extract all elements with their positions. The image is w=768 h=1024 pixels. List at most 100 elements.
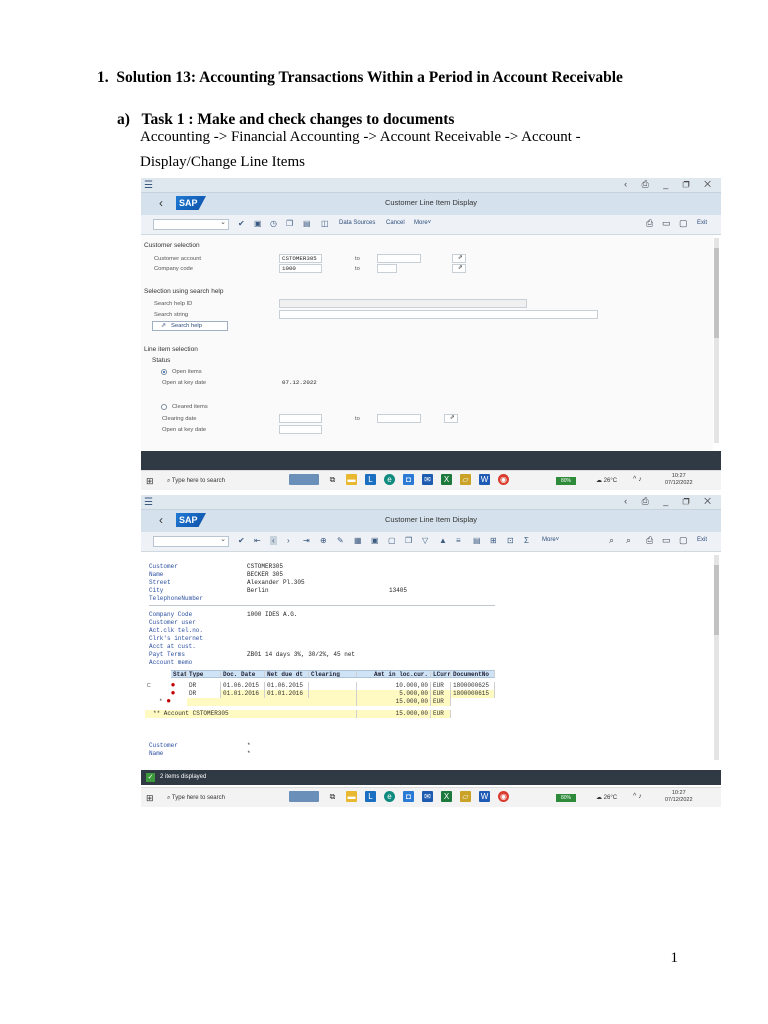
clearing-date-to-field[interactable] [377,414,421,423]
battery-indicator[interactable]: 80% [556,477,576,485]
weather-widget[interactable]: ☁ 26°C [596,477,617,484]
open-key-date-2-field[interactable] [279,425,322,434]
sort-descending-icon[interactable]: ≡ [456,536,461,545]
word-icon[interactable]: W [479,474,490,485]
multiple-selection-icon[interactable]: ⇗ [444,414,458,423]
taskbar-clock[interactable]: 10:27 07/12/2022 [665,473,693,487]
print-icon[interactable]: ⎙ [646,218,653,229]
document-icon[interactable]: ▢ [388,536,396,545]
learning-app-icon[interactable]: L [365,474,376,485]
column-header[interactable]: Stat [171,670,187,678]
column-header[interactable]: Doc. Date [221,670,265,678]
battery-indicator[interactable]: 80% [556,794,576,802]
search-string-field[interactable] [279,310,598,319]
column-header[interactable]: Clearing [309,670,357,678]
copy-icon[interactable]: ❐ [405,536,412,545]
display-icon[interactable]: ▣ [371,536,379,545]
system-tray-icons[interactable]: ^ ♪ [633,793,642,800]
window-controls[interactable]: ‹ ⎙ _ ❐ ✕ [624,496,717,507]
table-row[interactable]: ⊏ ● DR 01.06.2015 01.06.2015 10.000,00 E… [145,682,495,690]
list-icon[interactable]: ▤ [303,219,311,228]
column-header[interactable]: LCurr [431,670,451,678]
task-view-icon[interactable]: ⧉ [327,791,338,802]
search-next-icon[interactable]: ⌕ [626,535,631,546]
more-menu[interactable]: More˅ [414,220,431,226]
vertical-scrollbar[interactable] [714,555,719,760]
excel-icon[interactable]: X [441,474,452,485]
word-icon[interactable]: W [479,791,490,802]
edge-browser-icon[interactable]: e [384,791,395,802]
command-field[interactable]: ⌄ [153,219,229,230]
column-header[interactable]: Type [187,670,221,678]
fullscreen-icon[interactable]: ▢ [679,535,688,546]
mail-icon[interactable]: ✉ [422,791,433,802]
scrollbar-thumb[interactable] [714,248,719,338]
taskbar-clock[interactable]: 10:27 07/12/2022 [665,790,693,804]
scrollbar-thumb[interactable] [714,565,719,635]
column-header[interactable]: Amt in loc.cur. [357,670,431,678]
command-field[interactable]: ⌄ [153,536,229,547]
column-header[interactable]: Net due dt [265,670,309,678]
notes-icon[interactable]: ▱ [460,791,471,802]
more-menu[interactable]: More˅ [542,537,559,543]
windows-start-icon[interactable]: ⊞ [146,793,154,804]
exit-button[interactable]: Exit [697,537,707,543]
next-icon[interactable]: › [287,536,290,545]
grid-icon[interactable]: ▦ [354,536,362,545]
layout-icon[interactable]: ▤ [473,536,481,545]
file-explorer-icon[interactable]: ▬ [346,791,357,802]
filter-icon[interactable]: ▽ [422,536,428,545]
file-explorer-icon[interactable]: ▬ [346,474,357,485]
notes-icon[interactable]: ▱ [460,474,471,485]
chrome-icon[interactable]: ◉ [498,474,509,485]
excel-icon[interactable]: X [441,791,452,802]
previous-icon[interactable]: ‹ [270,536,277,545]
task-view-icon[interactable]: ⧉ [327,474,338,485]
search-help-id-field[interactable] [279,299,527,308]
customer-account-to-field[interactable] [377,254,421,263]
mail-icon[interactable]: ✉ [422,474,433,485]
row-selector-icon[interactable]: ⊏ [145,682,157,690]
last-page-icon[interactable]: ⇥ [303,536,310,545]
sort-ascending-icon[interactable]: ▲ [439,536,447,545]
chat-app-icon[interactable]: ◘ [403,474,414,485]
learning-app-icon[interactable]: L [365,791,376,802]
chrome-icon[interactable]: ◉ [498,791,509,802]
window-controls[interactable]: ‹ ⎙ _ ❐ ✕ [624,179,717,190]
company-code-to-field[interactable] [377,264,397,273]
cancel-button[interactable]: Cancel [386,220,405,226]
company-code-field[interactable]: 1000 [279,264,322,273]
taskbar-search[interactable]: ⌕ Type here to search [163,791,283,805]
taskbar-search[interactable]: ⌕ Type here to search [163,474,283,488]
layout-icon[interactable]: ▭ [662,218,671,229]
vertical-scrollbar[interactable] [714,238,719,443]
copy-icon[interactable]: ❐ [286,219,293,228]
chat-app-icon[interactable]: ◘ [403,791,414,802]
data-sources-button[interactable]: Data Sources [339,220,375,226]
edit-icon[interactable]: ✎ [337,536,344,545]
open-key-date-field[interactable]: 07.12.2022 [279,378,322,387]
info-icon[interactable]: ◫ [321,219,329,228]
cleared-items-radio[interactable] [161,404,167,410]
print-icon[interactable]: ⎙ [646,535,653,546]
details-icon[interactable]: ⊡ [507,536,514,545]
fullscreen-icon[interactable]: ▢ [679,218,688,229]
menu-icon[interactable]: ☰ [144,497,153,508]
multiple-selection-icon[interactable]: ⇗ [452,264,466,273]
weather-widget[interactable]: ☁ 26°C [596,794,617,801]
clearing-date-from-field[interactable] [279,414,322,423]
windows-start-icon[interactable]: ⊞ [146,476,154,487]
layout-icon[interactable]: ▭ [662,535,671,546]
execute-icon[interactable]: ✔ [238,219,245,228]
customer-account-field[interactable]: CSTOMER305 [279,254,322,263]
execute-icon[interactable]: ✔ [238,536,245,545]
search-help-button[interactable]: ⇗ Search help [152,321,228,331]
city-widget-icon[interactable] [289,474,319,485]
select-icon[interactable]: ⊕ [320,536,327,545]
clock-icon[interactable]: ◷ [270,219,277,228]
table-row[interactable]: ● DR 01.01.2016 01.01.2016 5.000,00 EUR … [145,690,495,698]
export-icon[interactable]: ⊞ [490,536,497,545]
edge-browser-icon[interactable]: e [384,474,395,485]
sum-icon[interactable]: Σ [524,536,529,545]
row-selector[interactable] [145,690,157,698]
